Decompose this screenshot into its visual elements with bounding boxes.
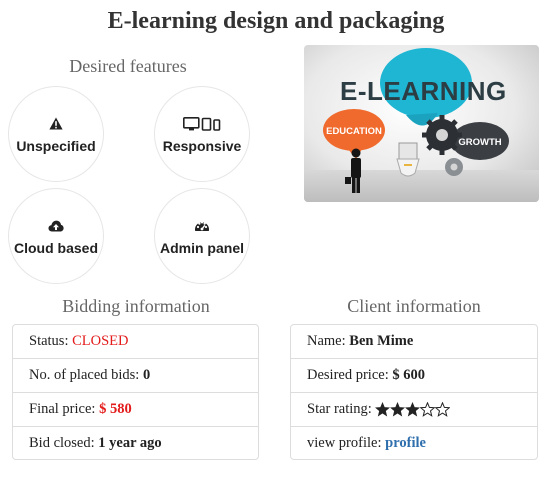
bidding-info-table: Status: CLOSED No. of placed bids: 0 Fin… bbox=[12, 324, 259, 460]
feature-responsive: Responsive bbox=[154, 86, 250, 182]
hero-title: E-LEARNING bbox=[340, 76, 507, 106]
star-rating-label: Star rating: bbox=[307, 401, 372, 417]
status-label: Status: bbox=[29, 333, 69, 349]
feature-unspecified: Unspecified bbox=[8, 86, 104, 182]
placed-bids-label: No. of placed bids: bbox=[29, 367, 140, 383]
hero-education-label: EDUCATION bbox=[326, 126, 382, 137]
final-price-label: Final price: bbox=[29, 401, 96, 417]
cloud-upload-icon bbox=[48, 217, 64, 235]
feature-label: Responsive bbox=[162, 137, 242, 154]
star-rating-row: Star rating: bbox=[291, 392, 537, 426]
desired-price-row: Desired price: $ 600 bbox=[291, 358, 537, 392]
bidding-heading: Bidding information bbox=[62, 296, 210, 316]
warning-icon bbox=[49, 115, 63, 133]
placed-bids-value: 0 bbox=[142, 367, 151, 383]
hero-image: E-LEARNING EDUCATION GROWTH bbox=[304, 45, 539, 202]
client-heading: Client information bbox=[347, 296, 481, 316]
feature-cloud-based: Cloud based bbox=[8, 188, 104, 284]
bid-closed-label: Bid closed: bbox=[29, 434, 95, 451]
star-filled-icon bbox=[389, 402, 405, 417]
placed-bids-row: No. of placed bids: 0 bbox=[13, 358, 258, 392]
status-badge: CLOSED bbox=[72, 333, 129, 349]
client-name-row: Name: Ben Mime bbox=[291, 325, 537, 358]
feature-label: Unspecified bbox=[16, 137, 96, 154]
final-price-value: $ 580 bbox=[99, 401, 132, 417]
client-info-table: Name: Ben Mime Desired price: $ 600 Star… bbox=[290, 324, 538, 460]
devices-icon bbox=[183, 115, 221, 133]
star-filled-icon bbox=[374, 402, 390, 417]
view-profile-row: view profile: profile bbox=[291, 426, 537, 459]
dashboard-icon bbox=[194, 217, 210, 235]
star-rating bbox=[374, 401, 451, 417]
bid-closed-row: Bid closed: 1 year ago bbox=[13, 426, 258, 459]
view-profile-label: view profile: bbox=[307, 434, 382, 451]
final-price-row: Final price: $ 580 bbox=[13, 392, 258, 426]
star-empty-icon bbox=[419, 401, 436, 417]
page-title: E-learning design and packaging bbox=[107, 8, 445, 34]
client-name-label: Name: bbox=[307, 333, 346, 349]
hero-growth-label: GROWTH bbox=[458, 137, 501, 148]
profile-link[interactable]: profile bbox=[385, 435, 426, 452]
feature-label: Cloud based bbox=[13, 239, 98, 256]
star-empty-icon bbox=[434, 401, 451, 417]
lightbulb-icon bbox=[396, 142, 420, 177]
feature-admin-panel: Admin panel bbox=[154, 188, 250, 284]
star-filled-icon bbox=[404, 402, 420, 417]
desired-price-value: $ 600 bbox=[392, 367, 425, 383]
features-heading: Desired features bbox=[69, 56, 187, 76]
bid-closed-value: 1 year ago bbox=[98, 434, 162, 451]
feature-label: Admin panel bbox=[159, 239, 244, 256]
status-row: Status: CLOSED bbox=[13, 325, 258, 358]
client-name-value: Ben Mime bbox=[349, 333, 414, 349]
desired-price-label: Desired price: bbox=[307, 367, 389, 383]
